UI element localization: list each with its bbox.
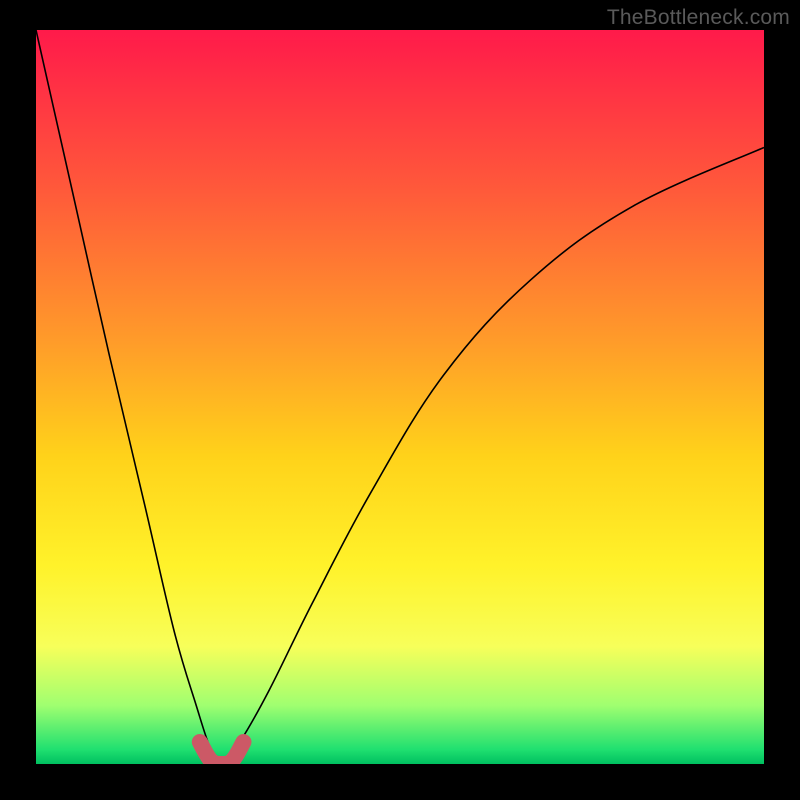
curve-right-branch: [222, 147, 764, 764]
curve-minimum-highlight: [200, 742, 244, 764]
bottleneck-curve-svg: [36, 30, 764, 764]
watermark-text: TheBottleneck.com: [607, 6, 790, 30]
curve-left-branch: [36, 30, 222, 764]
chart-plot-area: [36, 30, 764, 764]
